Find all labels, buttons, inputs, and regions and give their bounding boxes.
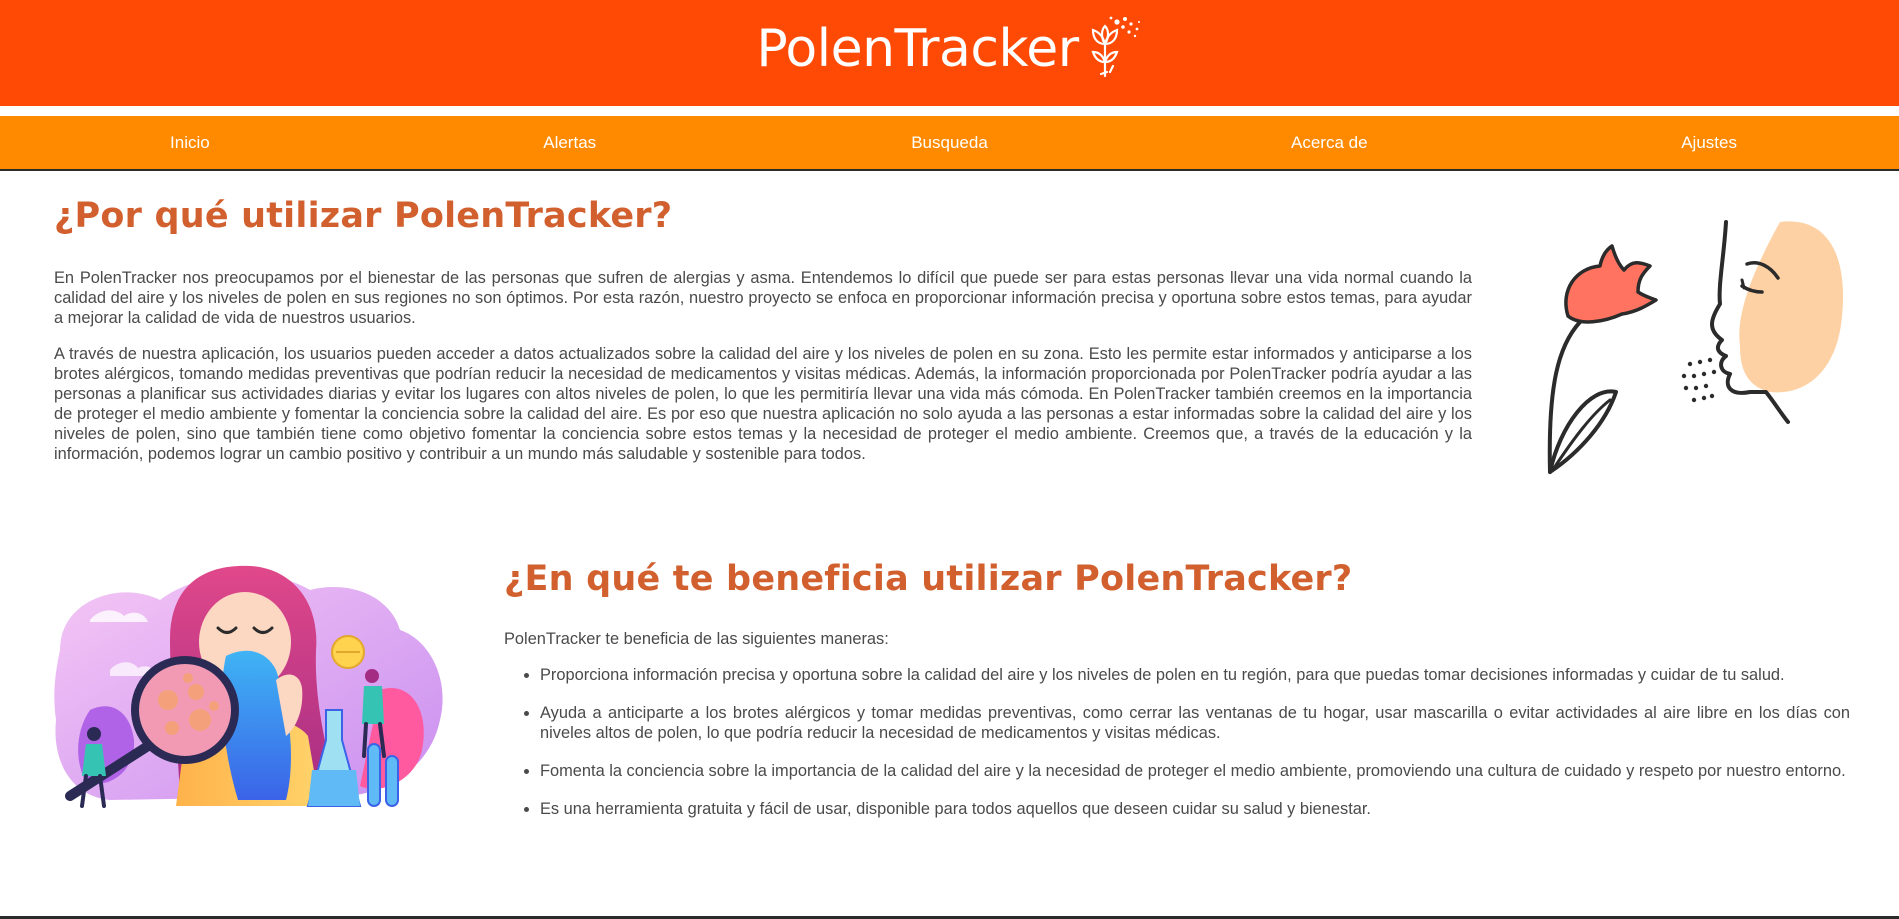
benefit-item: Es una herramienta gratuita y fácil de u…: [540, 799, 1850, 819]
benefit-item: Proporciona información precisa y oportu…: [540, 665, 1850, 685]
flower-pollen-icon: [1091, 16, 1140, 78]
nav-item-ajustes[interactable]: Ajustes: [1519, 116, 1899, 169]
why-paragraph-2: A través de nuestra aplicación, los usua…: [54, 345, 1472, 463]
brand-name: PolenTracker: [756, 19, 1079, 79]
site-header: PolenTracker: [0, 0, 1899, 106]
why-title: ¿Por qué utilizar PolenTracker?: [54, 196, 673, 236]
benefit-item: Fomenta la conciencia sobre la importanc…: [540, 761, 1850, 781]
nav-item-busqueda[interactable]: Busqueda: [760, 116, 1140, 169]
main-nav: Inicio Alertas Busqueda Acerca de Ajuste…: [0, 116, 1899, 171]
benefit-item: Ayuda a anticiparte a los brotes alérgic…: [540, 703, 1850, 743]
benefits-title: ¿En qué te beneficia utilizar PolenTrack…: [504, 559, 1353, 599]
person-smelling-flower-illustration: [1547, 220, 1844, 474]
benefits-list: Proporciona información precisa y oportu…: [504, 665, 1850, 819]
brand[interactable]: PolenTracker: [756, 16, 1142, 79]
benefits-section: ¿En qué te beneficia utilizar PolenTrack…: [504, 559, 1850, 837]
nav-item-inicio[interactable]: Inicio: [0, 116, 380, 169]
why-section: ¿Por qué utilizar PolenTracker? En Polen…: [54, 196, 1472, 464]
allergy-sneeze-illustration: [54, 565, 443, 808]
nav-item-acerca-de[interactable]: Acerca de: [1139, 116, 1519, 169]
nav-item-alertas[interactable]: Alertas: [380, 116, 760, 169]
benefits-intro: PolenTracker te beneficia de las siguien…: [504, 630, 889, 648]
why-paragraph-1: En PolenTracker nos preocupamos por el b…: [54, 269, 1472, 327]
